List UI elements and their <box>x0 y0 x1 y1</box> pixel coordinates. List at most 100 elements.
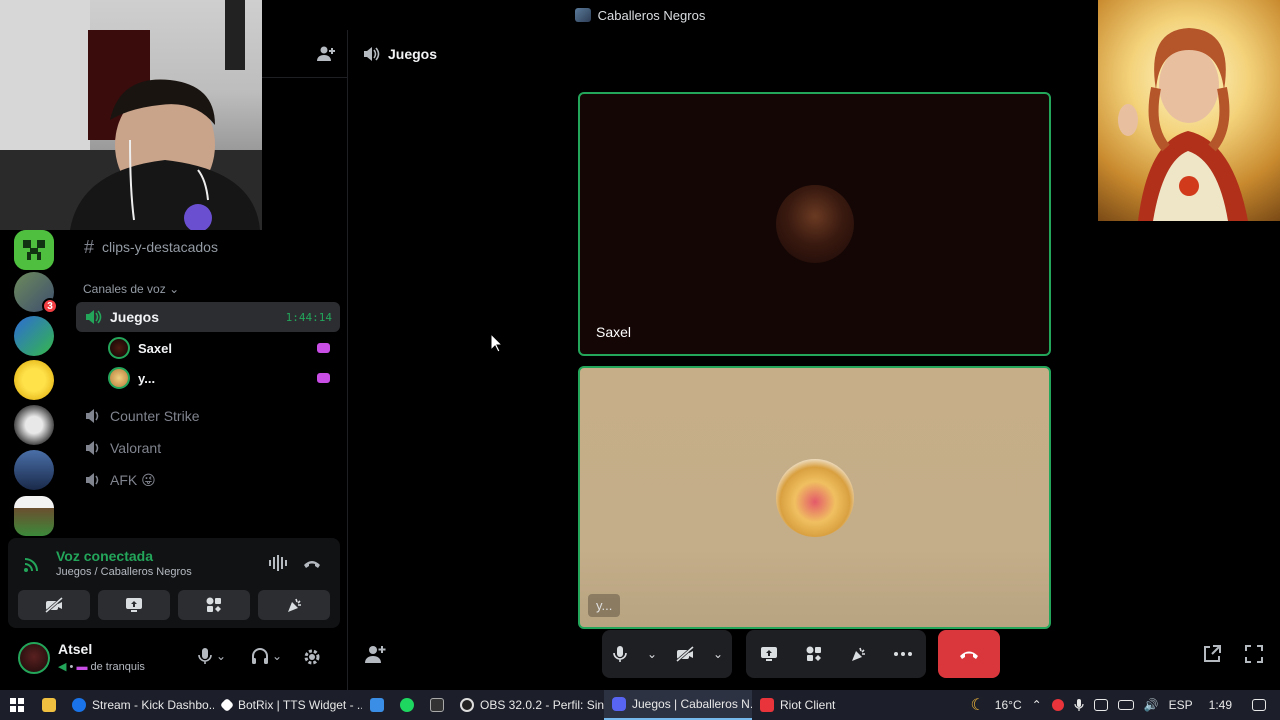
start-button[interactable] <box>0 690 34 720</box>
file-explorer-button[interactable] <box>34 690 64 720</box>
activities-icon <box>206 597 221 612</box>
screen-share-icon[interactable] <box>759 645 779 663</box>
server-pikachu[interactable] <box>14 360 54 400</box>
windows-icon <box>10 698 24 712</box>
voice-channel-counter-strike[interactable]: Counter Strike <box>76 401 340 431</box>
speaker-icon <box>86 310 102 324</box>
screen-share-icon <box>126 598 142 612</box>
server-3[interactable] <box>14 316 54 356</box>
sidebar-header <box>262 30 348 78</box>
call-header: Juegos <box>348 30 1098 78</box>
obs-icon <box>460 698 474 712</box>
server-minecraft[interactable] <box>14 230 54 270</box>
network-status-icon[interactable] <box>1093 699 1108 711</box>
server-6[interactable] <box>14 450 54 490</box>
terminal-icon <box>430 698 444 712</box>
microphone-icon[interactable] <box>196 646 214 666</box>
display-icon[interactable] <box>1117 700 1134 710</box>
gear-icon[interactable] <box>302 647 322 667</box>
moon-weather-icon: ☾ <box>970 697 985 714</box>
server-7[interactable] <box>14 496 54 536</box>
discord-icon <box>612 697 626 711</box>
language-indicator[interactable]: ESP <box>1169 698 1193 712</box>
divider <box>347 30 348 690</box>
camera-off-icon[interactable] <box>675 646 695 662</box>
voice-channel-valorant[interactable]: Valorant <box>76 433 340 463</box>
add-member-icon[interactable] <box>316 45 336 63</box>
server-icon <box>574 8 591 22</box>
chevron-down-icon[interactable]: ⌄ <box>216 649 226 663</box>
hash-icon: # <box>84 236 95 257</box>
voice-channel-afk[interactable]: AFK 😜 <box>76 465 340 495</box>
text-channel-clips[interactable]: # clips-y-destacados <box>76 232 340 262</box>
mute-control[interactable]: ⌄ <box>196 646 226 666</box>
game-icon: ▬ <box>76 661 88 673</box>
chevron-down-icon[interactable]: ⌄ <box>272 649 282 663</box>
browser-icon <box>72 698 86 712</box>
taskbar-item-spotify[interactable] <box>392 690 422 720</box>
participant-tile-y[interactable]: y... <box>578 366 1051 629</box>
chevron-down-icon[interactable]: ⌄ <box>647 647 657 661</box>
camera-off-button[interactable] <box>18 590 90 620</box>
voice-user-saxel[interactable]: Saxel <box>108 334 340 362</box>
participant-tile-saxel[interactable]: Saxel <box>578 92 1051 356</box>
voice-channel-juegos[interactable]: Juegos 1:44:14 <box>76 302 340 332</box>
soundboard-button[interactable] <box>258 590 330 620</box>
headphones-icon[interactable] <box>250 646 270 666</box>
soundboard-icon[interactable] <box>849 645 867 663</box>
temperature[interactable]: 16°C <box>995 698 1022 712</box>
disconnect-icon[interactable] <box>302 556 322 570</box>
server-5[interactable] <box>14 405 54 445</box>
avatar <box>108 367 130 389</box>
notifications-icon[interactable] <box>1252 699 1266 711</box>
mouse-cursor-icon <box>490 333 504 353</box>
speaker-icon <box>86 441 99 455</box>
activities-icon[interactable] <box>805 645 823 663</box>
voice-connected-panel: Voz conectada Juegos / Caballeros Negros <box>8 538 340 628</box>
hang-up-button[interactable] <box>938 630 1000 678</box>
microphone-icon[interactable] <box>1074 698 1084 712</box>
fullscreen-icon[interactable] <box>1244 644 1264 664</box>
streaming-icon <box>317 343 330 353</box>
chevron-down-icon: ⌄ <box>169 282 180 296</box>
user-status: ◀ • ▬ de tranquis <box>58 661 145 673</box>
chevron-down-icon[interactable]: ⌄ <box>713 647 723 661</box>
record-icon[interactable] <box>1051 699 1064 711</box>
window-title: Caballeros Negros <box>574 8 705 23</box>
deafen-control[interactable]: ⌄ <box>250 646 282 666</box>
avatar[interactable] <box>18 642 50 674</box>
taskbar-item-riot[interactable]: Riot Client <box>752 690 842 720</box>
taskbar-item-obs[interactable]: OBS 32.0.2 - Perfil: Sin... <box>452 690 604 720</box>
taskbar-item-kick[interactable]: Stream - Kick Dashbo... <box>64 690 214 720</box>
botrix-icon <box>219 697 235 713</box>
call-timer: 1:44:14 <box>285 310 332 324</box>
taskbar-item-botrix[interactable]: BotRix | TTS Widget - ... <box>214 690 362 720</box>
mail-icon <box>370 698 384 712</box>
taskbar-item-mail[interactable] <box>362 690 392 720</box>
microphone-icon[interactable] <box>611 644 629 664</box>
screen-share-button[interactable] <box>98 590 170 620</box>
pop-out-icon[interactable] <box>1202 644 1222 664</box>
activities-button[interactable] <box>178 590 250 620</box>
taskbar-item-terminal[interactable] <box>422 690 452 720</box>
speaker-icon <box>86 409 99 423</box>
signal-icon <box>24 558 38 572</box>
riot-icon <box>760 698 774 712</box>
taskbar-item-discord[interactable]: Juegos | Caballeros N... <box>604 690 752 720</box>
more-options-icon[interactable] <box>893 651 913 657</box>
speaker-icon[interactable]: 🔊 <box>1144 698 1159 712</box>
user-panel: Atsel ◀ • ▬ de tranquis ⌄ ⌄ <box>8 632 340 684</box>
add-person-icon[interactable] <box>364 644 386 664</box>
windows-taskbar: Stream - Kick Dashbo... BotRix | TTS Wid… <box>0 690 1280 720</box>
voice-category[interactable]: Canales de voz ⌄ <box>83 282 179 296</box>
overlay-portrait-image <box>1098 0 1280 221</box>
camera-off-icon <box>45 597 63 613</box>
creeper-icon <box>14 230 54 270</box>
chevron-up-icon[interactable]: ⌃ <box>1032 698 1042 712</box>
clock[interactable]: 1:49 <box>1209 698 1232 712</box>
server-2[interactable]: 3 <box>14 272 58 314</box>
soundboard-icon <box>288 598 301 612</box>
webcam-image <box>0 0 262 230</box>
voice-user-y[interactable]: y... <box>108 364 340 392</box>
noise-suppression-icon[interactable] <box>268 554 288 572</box>
